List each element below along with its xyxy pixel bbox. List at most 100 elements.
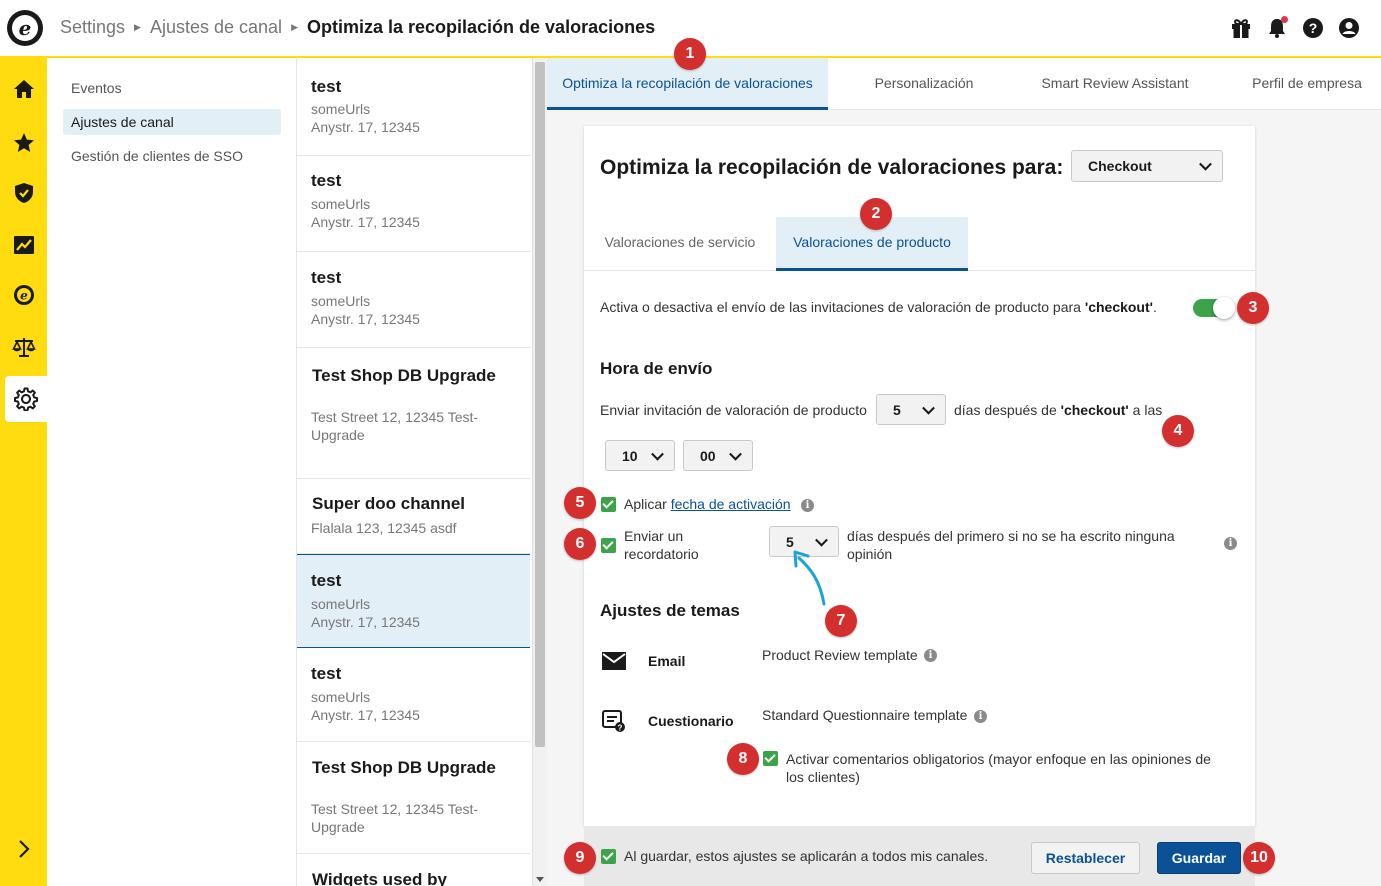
channel-url: someUrls [311, 596, 371, 612]
gear-icon[interactable] [5, 376, 47, 422]
annotation-badge: 1 [674, 38, 706, 70]
home-icon[interactable] [0, 66, 47, 112]
channel-address: Anystr. 17, 12345 [311, 707, 420, 723]
channel-address: Test Street 12, 12345 Test- [311, 801, 479, 817]
channel-title: test [311, 571, 342, 590]
activation-date-label: Aplicar fecha de activación [624, 496, 791, 512]
channel-title: Test Shop DB Upgrade [312, 366, 496, 385]
nav-item-sso[interactable]: Gestión de clientes de SSO [63, 143, 281, 169]
tab-smart-review-assistant[interactable]: Smart Review Assistant [1025, 58, 1205, 110]
channel-title: test [311, 664, 342, 683]
scroll-down-icon[interactable] [536, 877, 544, 882]
annotation-badge: 8 [727, 743, 759, 775]
chevron-down-icon [651, 447, 664, 461]
nav-item-eventos[interactable]: Eventos [63, 75, 281, 101]
annotation-badge: 7 [825, 605, 857, 637]
channel-list-item[interactable]: Test Shop DB Upgrade Test Street 12, 123… [297, 348, 530, 479]
nav-item-channel-settings[interactable]: Ajustes de canal [63, 109, 281, 135]
channel-title: Widgets used by [312, 870, 447, 886]
gift-icon[interactable] [1229, 16, 1253, 40]
annotation-badge: 4 [1162, 415, 1194, 447]
channel-list-item[interactable]: test someUrls Anystr. 17, 12345 [297, 156, 530, 252]
review-collection-card: Optimiza la recopilación de valoraciones… [584, 126, 1255, 826]
info-icon[interactable]: i [974, 710, 987, 723]
trusted-icon[interactable]: e [0, 272, 47, 318]
mandatory-comments-label: Activar comentarios obligatorios (mayor … [786, 751, 1211, 785]
activation-date-checkbox[interactable] [601, 497, 616, 512]
send-minute-value: 00 [700, 447, 716, 464]
channel-list-item[interactable]: test someUrls Anystr. 17, 12345 [297, 58, 530, 156]
breadcrumb-separator-icon: ▶ [134, 22, 141, 32]
annotation-badge: 10 [1243, 842, 1275, 874]
apply-all-channels-label: Al guardar, estos ajustes se aplicarán a… [624, 848, 989, 864]
reset-button[interactable]: Restablecer [1031, 842, 1140, 874]
channel-address-cont: Upgrade [311, 819, 365, 835]
save-footer: Al guardar, estos ajustes se aplicarán a… [584, 826, 1255, 886]
channel-list-item-selected[interactable]: test someUrls Anystr. 17, 12345 [297, 554, 530, 648]
star-icon[interactable] [0, 120, 47, 166]
annotation-badge: 6 [564, 528, 596, 560]
main-content: Optimiza la recopilación de valoraciones… [547, 58, 1381, 886]
send-days-select[interactable]: 5 [876, 394, 946, 425]
channel-address: Test Street 12, 12345 Test- [311, 409, 479, 425]
channel-url: someUrls [311, 101, 371, 117]
card-title: Optimiza la recopilación de valoraciones… [600, 156, 1064, 179]
reminder-description: días después del primero si no se ha esc… [847, 528, 1175, 562]
chevron-down-icon [1199, 157, 1212, 171]
channel-address: Anystr. 17, 12345 [311, 214, 420, 230]
tab-service-reviews[interactable]: Valoraciones de servicio [584, 217, 776, 271]
channel-list: test someUrls Anystr. 17, 12345 test som… [297, 58, 532, 886]
annotation-badge: 3 [1237, 292, 1269, 324]
themes-heading: Ajustes de temas [600, 601, 740, 620]
breadcrumb-separator-icon: ▶ [291, 22, 298, 32]
channel-title: test [311, 171, 342, 190]
user-icon[interactable] [1337, 16, 1361, 40]
breadcrumb-channel-settings[interactable]: Ajustes de canal [150, 17, 282, 38]
send-hour-select[interactable]: 10 [605, 440, 675, 471]
annotation-badge: 2 [860, 198, 892, 230]
breadcrumb: Settings ▶ Ajustes de canal ▶ Optimiza l… [60, 17, 655, 38]
bell-icon[interactable] [1265, 16, 1289, 40]
chevron-down-icon [922, 401, 935, 415]
channel-list-scrollbar[interactable] [532, 58, 547, 886]
main-nav-rail: e [0, 58, 47, 886]
shield-check-icon[interactable] [0, 170, 47, 216]
scrollbar-thumb[interactable] [535, 62, 545, 747]
settings-nav: Eventos Ajustes de canal Gestión de clie… [47, 58, 297, 886]
mandatory-comments-checkbox[interactable] [763, 751, 778, 766]
activation-date-link[interactable]: fecha de activación [671, 496, 791, 512]
send-minute-select[interactable]: 00 [683, 440, 753, 471]
apply-all-channels-checkbox[interactable] [601, 849, 616, 864]
channel-list-item[interactable]: test someUrls Anystr. 17, 12345 [297, 252, 530, 348]
channel-list-item[interactable]: Test Shop DB Upgrade Test Street 12, 123… [297, 742, 530, 854]
channel-address: Anystr. 17, 12345 [311, 311, 420, 327]
channel-list-item[interactable]: Super doo channel Flalala 123, 12345 asd… [297, 479, 530, 554]
envelope-icon [602, 652, 626, 673]
info-icon[interactable]: i [1224, 537, 1237, 550]
channel-type-select[interactable]: Checkout [1071, 150, 1223, 182]
save-button[interactable]: Guardar [1157, 842, 1241, 874]
channel-list-item[interactable]: test someUrls Anystr. 17, 12345 [297, 648, 530, 742]
product-invitation-toggle[interactable] [1193, 297, 1235, 319]
chevron-right-icon[interactable] [0, 826, 47, 872]
breadcrumb-settings[interactable]: Settings [60, 17, 125, 38]
help-icon[interactable]: ? [1301, 16, 1325, 40]
tab-personalization[interactable]: Personalización [839, 58, 1009, 110]
send-time-heading: Hora de envío [600, 359, 713, 378]
info-icon[interactable]: i [801, 499, 814, 512]
channel-title: Super doo channel [312, 494, 466, 513]
annotation-badge: 9 [564, 842, 596, 874]
tab-company-profile[interactable]: Perfil de empresa [1237, 58, 1377, 110]
chart-icon[interactable] [0, 222, 47, 268]
channel-list-item[interactable]: Widgets used by [297, 854, 530, 886]
channel-address: Anystr. 17, 12345 [311, 614, 420, 630]
trusted-logo-icon[interactable]: e [7, 10, 43, 46]
reminder-checkbox[interactable] [601, 538, 616, 553]
product-invitation-toggle-label: Activa o desactiva el envío de las invit… [600, 299, 1157, 315]
channel-url: someUrls [311, 196, 371, 212]
info-icon[interactable]: i [924, 649, 937, 662]
svg-text:?: ? [618, 723, 623, 732]
annotation-arrow-icon [793, 550, 826, 606]
scale-icon[interactable] [0, 324, 47, 370]
send-days-value: 5 [893, 401, 901, 418]
